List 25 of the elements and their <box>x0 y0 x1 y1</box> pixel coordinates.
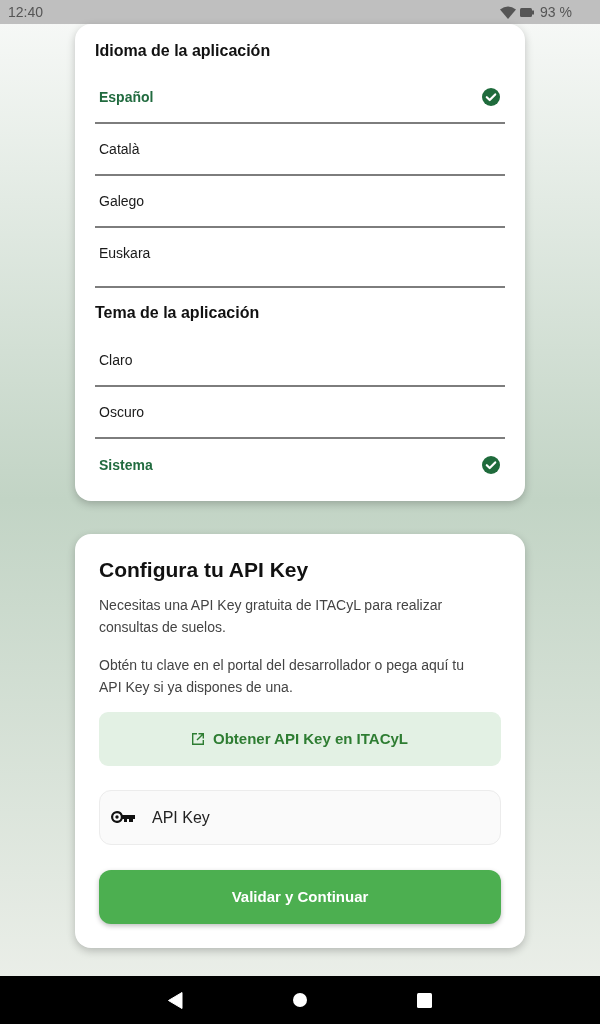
card-title: Configura tu API Key <box>99 557 310 583</box>
external-link-icon <box>191 733 204 745</box>
section-heading: Idioma de la aplicación <box>95 41 272 61</box>
option-row[interactable]: Español <box>95 72 505 124</box>
key-icon <box>111 811 135 823</box>
recents-icon[interactable] <box>417 992 432 1008</box>
battery-icon <box>520 7 535 17</box>
option-row[interactable]: Claro <box>95 335 505 387</box>
description-text: Obtén tu clave en el portal del desarrollador o pega aquí tu API Key si ya dispones de una. <box>99 656 466 697</box>
api-key-input[interactable]: API Key <box>99 790 501 845</box>
back-icon[interactable] <box>168 991 183 1009</box>
get-api-key-button[interactable]: Obtener API Key en ITACyL <box>99 712 501 766</box>
status-time: 12:40 <box>8 2 44 22</box>
option-row[interactable]: Sistema <box>95 439 505 491</box>
section-heading: Tema de la aplicación <box>95 303 261 323</box>
check-circle-icon <box>482 456 500 474</box>
home-icon[interactable] <box>293 993 307 1007</box>
battery-percentage: 93 % <box>540 2 572 22</box>
check-circle-icon <box>482 88 500 106</box>
option-row[interactable]: Galego <box>95 176 505 228</box>
option-row[interactable]: Català <box>95 124 505 176</box>
option-row[interactable]: Euskara <box>95 228 505 288</box>
description-text: Necesitas una API Key gratuita de ITACyL para realizar consultas de suelos. <box>99 596 444 637</box>
option-row[interactable]: Oscuro <box>95 387 505 439</box>
wifi-icon <box>500 5 517 19</box>
